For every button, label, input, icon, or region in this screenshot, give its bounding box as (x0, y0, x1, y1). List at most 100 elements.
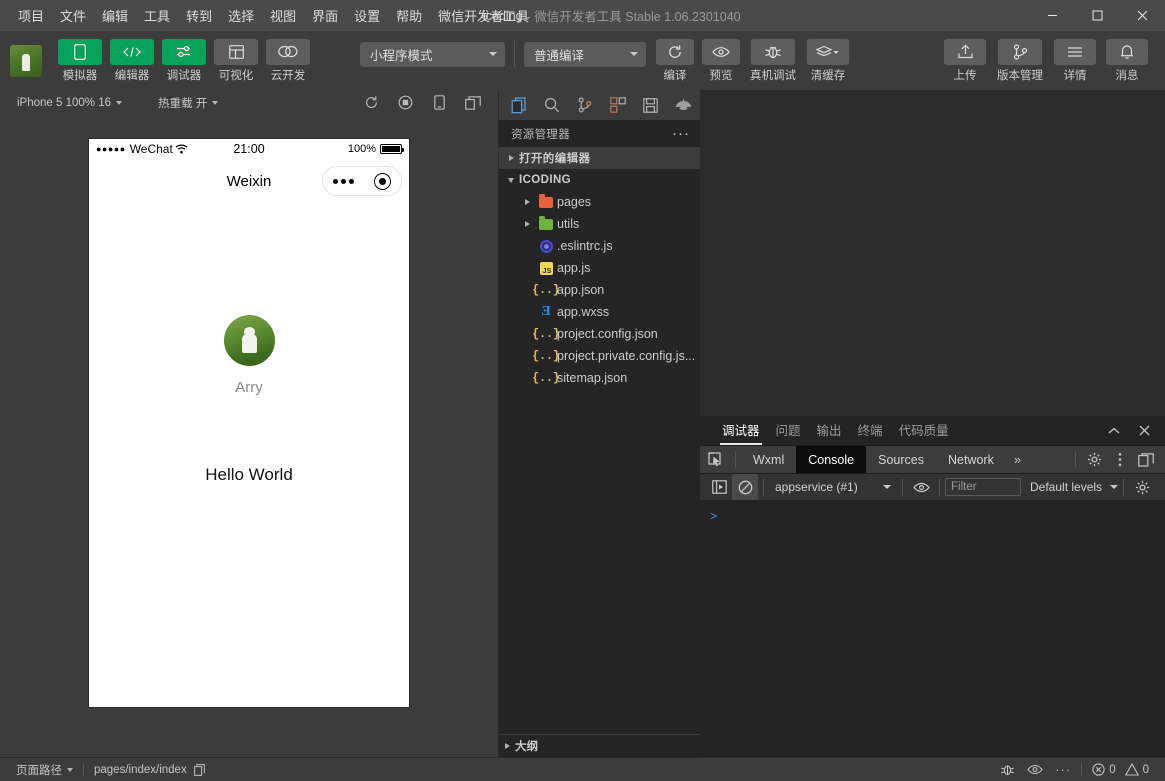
extensions-icon[interactable] (601, 90, 634, 120)
save-icon[interactable] (634, 90, 667, 120)
toolbar-button-clear-cache[interactable]: 清缓存 (804, 38, 852, 83)
menu-item-help[interactable]: 帮助 (388, 0, 430, 31)
tree-item-utils[interactable]: utils (499, 213, 700, 235)
project-root-section[interactable]: ICODING (499, 169, 700, 191)
tree-item-app-wxss[interactable]: Ǝ app.wxss (499, 301, 700, 323)
tree-item-app-json[interactable]: {..} app.json (499, 279, 700, 301)
phone-frame: ●●●●● WeChat 21:00 100% Weixin Arry Hell… (89, 139, 409, 707)
toolbar-button-upload[interactable]: 上传 (941, 38, 989, 83)
debug-console-icon[interactable] (667, 90, 700, 120)
menu-item-select[interactable]: 选择 (220, 0, 262, 31)
target-icon[interactable] (374, 172, 391, 190)
open-editors-section[interactable]: 打开的编辑器 (499, 147, 700, 169)
compile-select[interactable]: 普通编译 (524, 41, 646, 67)
hot-reload-toggle[interactable]: 热重载 开 (151, 93, 225, 113)
ellipsis-icon[interactable]: ··· (672, 126, 690, 141)
close-button[interactable] (1120, 0, 1165, 31)
collapse-icon[interactable] (1101, 418, 1127, 444)
source-control-icon[interactable] (568, 90, 601, 120)
menu-item-interface[interactable]: 界面 (304, 0, 346, 31)
console-output-area[interactable]: > (700, 500, 1165, 757)
toolbar-button-preview[interactable]: 预览 (700, 38, 742, 83)
tree-item-project-private-config[interactable]: {..} project.private.config.js... (499, 345, 700, 367)
console-context-select[interactable]: appservice (#1) (769, 480, 897, 494)
close-icon[interactable] (1131, 418, 1157, 444)
menu-item-settings[interactable]: 设置 (346, 0, 388, 31)
toolbar-button-compile[interactable]: 编译 (654, 38, 696, 83)
console-filter-input[interactable]: Filter (945, 478, 1021, 496)
layout-icon (214, 38, 258, 65)
status-preview-button[interactable] (1021, 758, 1049, 781)
page-path-select[interactable]: 页面路径 (10, 758, 79, 781)
tree-item-sitemap-json[interactable]: {..} sitemap.json (499, 367, 700, 389)
tree-item-project-config[interactable]: {..} project.config.json (499, 323, 700, 345)
toolbar-button-messages[interactable]: 消息 (1103, 38, 1151, 83)
page-path-value-item[interactable]: pages/index/index (88, 758, 211, 781)
more-tabs-icon[interactable]: » (1006, 452, 1029, 467)
file-name: pages (557, 195, 592, 209)
tree-item-pages[interactable]: pages (499, 191, 700, 213)
simulator-rotate-button[interactable] (422, 90, 456, 115)
mode-select[interactable]: 小程序模式 (360, 41, 505, 67)
copy-icon[interactable] (193, 763, 205, 776)
panel-tab-problems[interactable]: 问题 (768, 416, 809, 445)
status-bar: 页面路径 pages/index/index ··· 0 0 (0, 757, 1165, 781)
kebab-menu-icon[interactable] (1107, 447, 1133, 473)
toolbar-button-details[interactable]: 详情 (1051, 38, 1099, 83)
status-debug-button[interactable] (994, 758, 1021, 781)
device-select[interactable]: iPhone 5 100% 16 (10, 95, 129, 111)
maximize-button[interactable] (1075, 0, 1120, 31)
phone-capsule-bar[interactable] (322, 166, 402, 196)
menu-item-edit[interactable]: 编辑 (94, 0, 136, 31)
toolbar-button-simulator[interactable]: 模拟器 (56, 38, 104, 83)
simulator-refresh-button[interactable] (354, 90, 388, 115)
chevron-right-icon[interactable] (519, 221, 535, 227)
live-expression-icon[interactable] (908, 474, 934, 500)
inspect-element-icon[interactable] (700, 446, 730, 474)
panel-tab-terminal[interactable]: 终端 (850, 416, 891, 445)
more-dots-icon[interactable] (333, 178, 354, 184)
console-settings-icon[interactable] (1129, 474, 1155, 500)
devtools-tab-sources[interactable]: Sources (866, 446, 936, 474)
dock-icon[interactable] (1133, 447, 1159, 473)
chevron-down-icon (67, 767, 73, 772)
status-more-button[interactable]: ··· (1049, 758, 1077, 781)
tree-item-eslintrc[interactable]: .eslintrc.js (499, 235, 700, 257)
minimize-button[interactable] (1030, 0, 1075, 31)
settings-gear-icon[interactable] (1081, 447, 1107, 473)
toolbar-button-visual[interactable]: 可视化 (212, 38, 260, 83)
toolbar-button-version[interactable]: 版本管理 (993, 38, 1047, 83)
simulator-record-button[interactable] (388, 90, 422, 115)
open-editors-label: 打开的编辑器 (519, 153, 591, 165)
panel-tab-debugger[interactable]: 调试器 (714, 416, 768, 445)
toolbar-button-cloud[interactable]: 云开发 (264, 38, 312, 83)
menu-item-goto[interactable]: 转到 (178, 0, 220, 31)
devtools-tab-wxml[interactable]: Wxml (741, 446, 796, 474)
panel-tab-code-quality[interactable]: 代码质量 (891, 416, 957, 445)
file-name: app.json (557, 283, 605, 297)
search-icon[interactable] (535, 90, 568, 120)
tree-item-app-js[interactable]: JS app.js (499, 257, 700, 279)
outline-section[interactable]: 大纲 (499, 734, 700, 757)
devtools-tab-console[interactable]: Console (796, 445, 867, 474)
toolbar-button-remote-debug[interactable]: 真机调试 (746, 38, 800, 83)
menu-item-file[interactable]: 文件 (52, 0, 94, 31)
devtools-tab-network[interactable]: Network (936, 446, 1006, 474)
simulator-detach-button[interactable] (456, 90, 490, 115)
sidebar-toggle-icon[interactable] (706, 474, 732, 500)
files-icon[interactable] (502, 90, 535, 120)
phone-battery-group: 100% (348, 143, 404, 155)
menu-item-project[interactable]: 项目 (10, 0, 52, 31)
menu-item-tools[interactable]: 工具 (136, 0, 178, 31)
panel-tab-output[interactable]: 输出 (809, 416, 850, 445)
toolbar-button-editor[interactable]: 编辑器 (108, 38, 156, 83)
status-problems[interactable]: 0 0 (1086, 758, 1155, 781)
clear-console-icon[interactable] (732, 474, 758, 500)
project-avatar[interactable] (10, 44, 42, 77)
toolbar-button-debugger[interactable]: 调试器 (160, 38, 208, 83)
console-levels-select[interactable]: Default levels (1030, 480, 1119, 494)
filter-divider-1 (763, 478, 764, 496)
menu-item-view[interactable]: 视图 (262, 0, 304, 31)
chevron-right-icon[interactable] (519, 199, 535, 205)
menu-item-devtools[interactable]: 微信开发者工具 (430, 0, 537, 31)
